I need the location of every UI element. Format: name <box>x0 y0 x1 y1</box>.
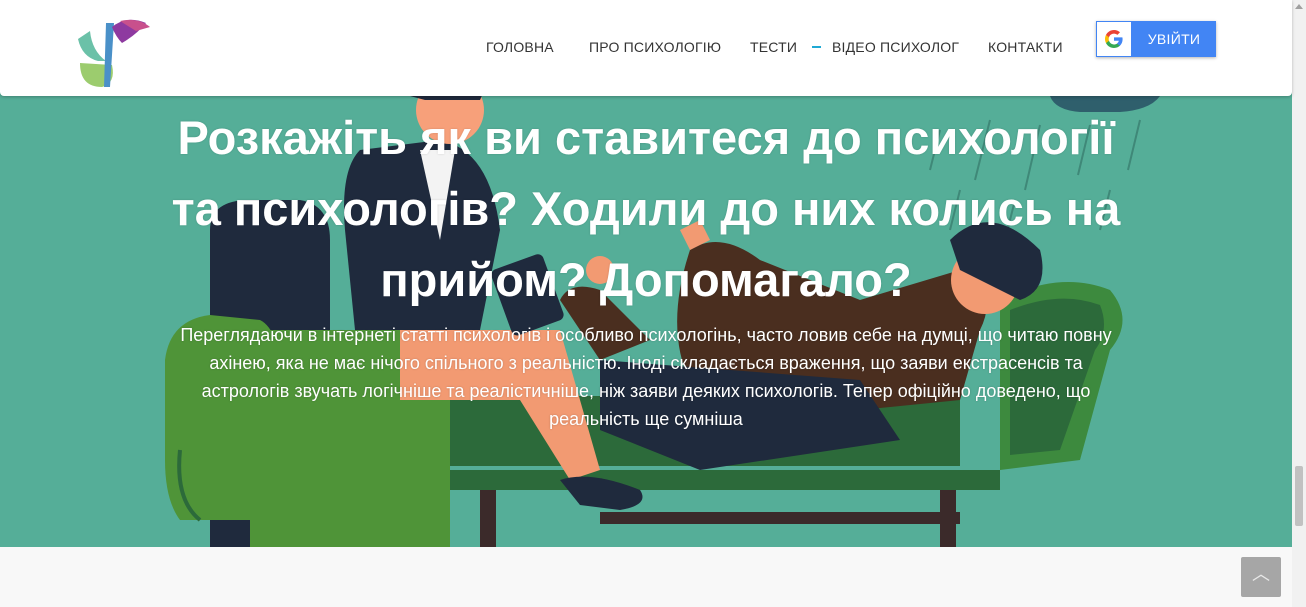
scrollbar-thumb[interactable] <box>1295 466 1303 526</box>
login-label: УВІЙТИ <box>1147 31 1201 47</box>
nav-item-video-psychologist[interactable]: ВІДЕО ПСИХОЛОГ <box>832 39 959 55</box>
google-login-button[interactable]: УВІЙТИ <box>1096 21 1216 57</box>
nav-item-about-psychology[interactable]: ПРО ПСИХОЛОГІЮ <box>589 39 721 55</box>
google-g-icon <box>1105 30 1123 48</box>
page-scrollbar[interactable] <box>1292 0 1306 607</box>
scroll-up-arrow-icon[interactable] <box>1295 4 1303 9</box>
nav-item-contacts[interactable]: КОНТАКТИ <box>988 39 1063 55</box>
psi-logo-icon <box>78 19 150 87</box>
google-icon-box <box>1097 22 1131 56</box>
site-logo[interactable] <box>76 17 152 89</box>
hero-title: Розкажіть як ви ставитеся до психології … <box>171 111 1121 306</box>
nav-item-tests[interactable]: ТЕСТИ <box>750 39 797 55</box>
chevron-up-icon: ︿ <box>1252 564 1270 584</box>
nav-active-marker <box>812 46 821 48</box>
nav-item-home[interactable]: ГОЛОВНА <box>486 39 554 55</box>
hero-description: Переглядаючи в інтернеті статті психолог… <box>180 325 1112 429</box>
scroll-to-top-button[interactable]: ︿ <box>1241 557 1281 597</box>
site-header: ГОЛОВНА ПРО ПСИХОЛОГІЮ ТЕСТИ ВІДЕО ПСИХО… <box>0 0 1292 96</box>
